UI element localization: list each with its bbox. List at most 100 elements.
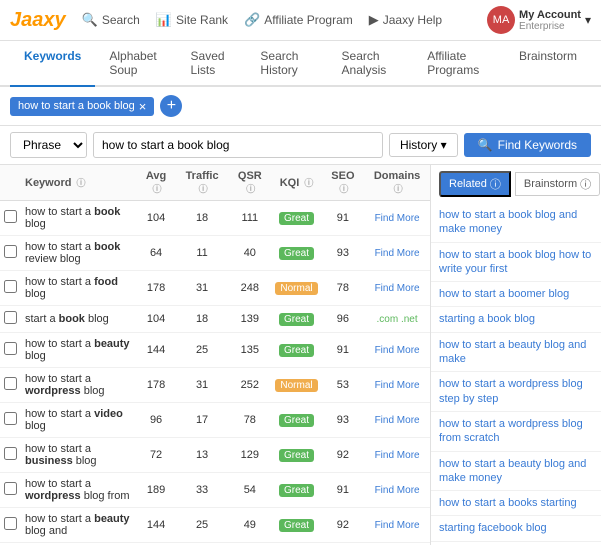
logo-prefix: J — [10, 9, 21, 31]
find-more-link[interactable]: Find More — [375, 520, 420, 531]
row-checkbox[interactable] — [4, 482, 17, 495]
keyword-tag[interactable]: how to start a book blog × — [10, 97, 154, 116]
domains-cell[interactable]: Find More — [364, 201, 430, 236]
domains-cell[interactable]: Find More — [364, 403, 430, 438]
kqi-cell: Great — [271, 333, 321, 368]
row-checkbox[interactable] — [4, 447, 17, 460]
domains-cell[interactable]: Find More — [364, 236, 430, 271]
domains-cell[interactable]: Find More — [364, 333, 430, 368]
find-more-link[interactable]: Find More — [375, 213, 420, 224]
sidebar-item[interactable]: starting a book blog — [431, 307, 601, 332]
header-domains[interactable]: Domains ⓘ — [364, 165, 430, 201]
nav-search[interactable]: 🔍 Search — [82, 12, 140, 28]
sidebar-header: Related ⓘ Brainstorm ⓘ — [431, 171, 601, 203]
row-checkbox-cell — [0, 201, 21, 236]
domains-cell[interactable]: Find More — [364, 271, 430, 306]
header-avg[interactable]: Avg ⓘ — [136, 165, 176, 201]
history-button[interactable]: History ▾ — [389, 133, 458, 157]
find-keywords-button[interactable]: 🔍 Find Keywords — [464, 133, 591, 157]
sidebar-item[interactable]: starting facebook blog — [431, 516, 601, 541]
avg-cell: 64 — [136, 236, 176, 271]
sidebar-item[interactable]: how to start a beauty blog and make mone… — [431, 452, 601, 492]
header-traffic[interactable]: Traffic ⓘ — [176, 165, 228, 201]
qsr-cell: 54 — [228, 473, 271, 508]
traffic-cell: 33 — [176, 473, 228, 508]
find-more-link[interactable]: Find More — [375, 380, 420, 391]
sidebar-item[interactable]: how to start a book blog how to write yo… — [431, 243, 601, 283]
row-checkbox[interactable] — [4, 517, 17, 530]
domains-cell[interactable]: .com .net — [364, 306, 430, 333]
seo-cell: 92 — [322, 438, 365, 473]
table-row: how to start a book blog10418111Great91F… — [0, 201, 430, 236]
logo[interactable]: Jaaxy — [10, 9, 66, 32]
account-area[interactable]: MA My Account Enterprise ▾ — [487, 6, 591, 34]
domain-options: .com .net — [377, 314, 418, 325]
phrase-select[interactable]: Phrase — [10, 132, 87, 158]
domains-cell[interactable]: Find More — [364, 368, 430, 403]
search-icon: 🔍 — [82, 12, 98, 28]
qsr-cell: 78 — [228, 403, 271, 438]
domains-cell[interactable]: Find More — [364, 473, 430, 508]
kqi-cell: Great — [271, 508, 321, 543]
traffic-cell: 25 — [176, 508, 228, 543]
keyword-table-area: Keyword ⓘ Avg ⓘ Traffic ⓘ QSR ⓘ KQI ⓘ SE… — [0, 165, 431, 545]
search-input-row: Phrase History ▾ 🔍 Find Keywords — [0, 126, 601, 165]
add-keyword-button[interactable]: + — [160, 95, 182, 117]
find-more-link[interactable]: Find More — [375, 345, 420, 356]
table-row: start a book blog10418139Great96.com .ne… — [0, 306, 430, 333]
row-checkbox[interactable] — [4, 342, 17, 355]
traffic-cell: 31 — [176, 271, 228, 306]
nav-affiliate[interactable]: 🔗 Affiliate Program — [244, 12, 353, 28]
kqi-cell: Great — [271, 473, 321, 508]
search-area: how to start a book blog × + — [0, 87, 601, 126]
row-checkbox[interactable] — [4, 245, 17, 258]
find-more-link[interactable]: Find More — [375, 283, 420, 294]
chevron-down-icon: ▾ — [585, 13, 591, 27]
nav-help[interactable]: ▶ Jaaxy Help — [369, 12, 442, 28]
domains-cell[interactable]: Find More — [364, 438, 430, 473]
domains-cell[interactable]: Find More — [364, 508, 430, 543]
row-checkbox[interactable] — [4, 311, 17, 324]
traffic-cell: 31 — [176, 368, 228, 403]
brainstorm-button[interactable]: Brainstorm ⓘ — [515, 172, 600, 196]
tab-affiliate-programs[interactable]: Affiliate Programs — [413, 41, 505, 87]
row-checkbox[interactable] — [4, 412, 17, 425]
related-button[interactable]: Related ⓘ — [439, 171, 511, 197]
sidebar-item[interactable]: how to start a book blog and make money — [431, 203, 601, 243]
avg-cell: 178 — [136, 271, 176, 306]
find-more-link[interactable]: Find More — [375, 485, 420, 496]
kqi-cell: Great — [271, 306, 321, 333]
header-qsr[interactable]: QSR ⓘ — [228, 165, 271, 201]
header-keyword[interactable]: Keyword ⓘ — [21, 165, 136, 201]
keyword-cell: how to start a food blog — [21, 271, 136, 306]
sidebar-item[interactable]: how to start a wordpress blog from scrat… — [431, 412, 601, 452]
tab-keywords[interactable]: Keywords — [10, 41, 95, 87]
find-more-link[interactable]: Find More — [375, 450, 420, 461]
seo-cell: 92 — [322, 508, 365, 543]
tab-saved-lists[interactable]: Saved Lists — [177, 41, 247, 87]
header-seo[interactable]: SEO ⓘ — [322, 165, 365, 201]
seo-cell: 53 — [322, 368, 365, 403]
tab-search-history[interactable]: Search History — [246, 41, 327, 87]
tab-search-analysis[interactable]: Search Analysis — [328, 41, 414, 87]
sidebar-item[interactable]: how to start a boomer blog — [431, 282, 601, 307]
header-kqi[interactable]: KQI ⓘ — [271, 165, 321, 201]
sidebar-item[interactable]: how to start a beauty blog and make — [431, 333, 601, 373]
find-more-link[interactable]: Find More — [375, 248, 420, 259]
sidebar-item[interactable]: how to start a wordpress blog step by st… — [431, 372, 601, 412]
row-checkbox-cell — [0, 271, 21, 306]
search-input[interactable] — [93, 132, 383, 158]
header-checkbox — [0, 165, 21, 201]
row-checkbox[interactable] — [4, 280, 17, 293]
tag-close-icon[interactable]: × — [139, 100, 147, 113]
tab-alphabet-soup[interactable]: Alphabet Soup — [95, 41, 176, 87]
row-checkbox[interactable] — [4, 377, 17, 390]
row-checkbox-cell — [0, 438, 21, 473]
row-checkbox[interactable] — [4, 210, 17, 223]
avg-cell: 104 — [136, 201, 176, 236]
nav-siterank[interactable]: 📊 Site Rank — [156, 12, 228, 28]
sidebar-item[interactable]: how to start a books starting — [431, 491, 601, 516]
avg-cell: 104 — [136, 306, 176, 333]
find-more-link[interactable]: Find More — [375, 415, 420, 426]
tab-brainstorm[interactable]: Brainstorm — [505, 41, 591, 87]
